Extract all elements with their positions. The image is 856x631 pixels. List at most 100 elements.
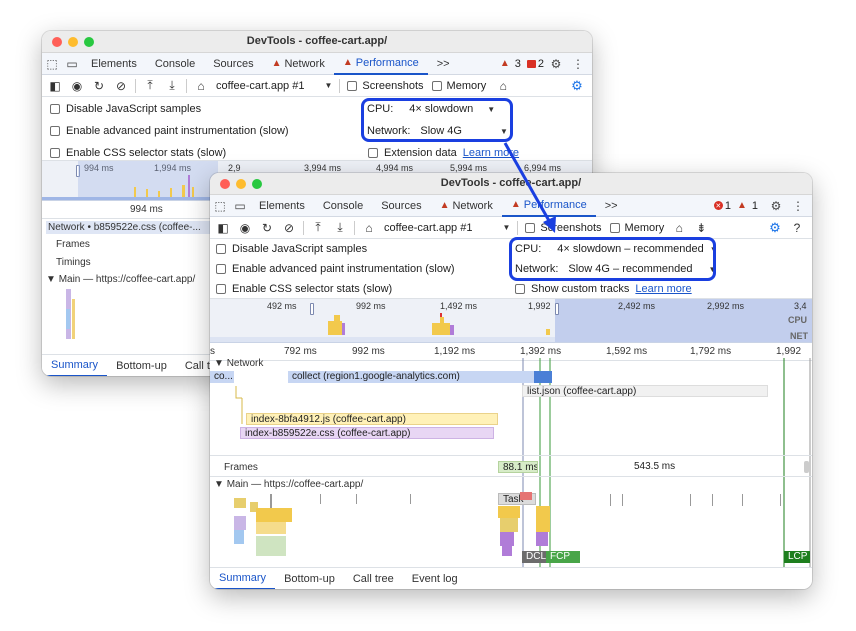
custom-tracks-checkbox[interactable]: Show custom tracks Learn more [515, 283, 692, 295]
more-tabs-button[interactable]: >> [428, 53, 459, 75]
capture-settings-gear-icon[interactable]: ⚙ [566, 76, 588, 96]
record-icon[interactable]: ◉ [234, 218, 256, 238]
checkbox-box [525, 222, 536, 233]
extension-label: Extension data [384, 147, 457, 159]
network-request-bar-active[interactable] [534, 371, 552, 383]
upload-icon[interactable]: ⤒ [139, 76, 161, 96]
record-icon[interactable]: ◉ [66, 76, 88, 96]
download-icon[interactable]: ⤓ [329, 218, 351, 238]
disable-js-samples-checkbox[interactable]: Disable JavaScript samples [216, 243, 367, 255]
network-track-label[interactable]: ▼ Network [214, 358, 263, 369]
frames-scrollbar[interactable] [804, 461, 809, 473]
screenshots-checkbox[interactable]: Screenshots [525, 222, 602, 234]
callout-box-recommended-throttling [509, 237, 716, 281]
tab-console[interactable]: Console [146, 53, 204, 75]
settings-gear-icon[interactable]: ⚙ [546, 54, 566, 74]
checkbox-box [50, 148, 60, 158]
device-toolbar-icon[interactable]: ▭ [62, 54, 82, 74]
reload-record-icon[interactable]: ↻ [88, 76, 110, 96]
tab-event-log[interactable]: Event log [403, 568, 467, 590]
network-request-bar[interactable]: index-8bfa4912.js (coffee-cart.app) [246, 413, 498, 425]
learn-more-link[interactable]: Learn more [463, 147, 519, 159]
tab-network[interactable]: ▲ Network [263, 53, 334, 75]
settings-gear-icon[interactable]: ⚙ [766, 196, 786, 216]
inspect-element-icon[interactable]: ⬚ [210, 196, 230, 216]
tab-performance[interactable]: ▲ Performance [333, 53, 428, 75]
advanced-paint-checkbox[interactable]: Enable advanced paint instrumentation (s… [216, 263, 455, 275]
timings-track-label[interactable]: Timings [56, 257, 91, 268]
learn-more-link[interactable]: Learn more [635, 283, 691, 295]
main-track-label[interactable]: ▼ Main — https://coffee-cart.app/ [214, 479, 363, 490]
recording-select[interactable]: coffee-cart.app #1 ▼ [212, 80, 336, 92]
overview-activity-graph [210, 313, 555, 342]
tab-elements[interactable]: Elements [82, 53, 146, 75]
inspect-element-icon[interactable]: ⬚ [42, 54, 62, 74]
toolbar-divider [303, 220, 304, 235]
expand-triangle-icon: ▼ [214, 358, 227, 369]
tab-elements[interactable]: Elements [250, 195, 314, 217]
tab-console[interactable]: Console [314, 195, 372, 217]
extension-data-checkbox[interactable]: Extension data Learn more [368, 147, 519, 159]
help-icon[interactable]: ? [786, 218, 808, 238]
tab-call-tree[interactable]: Call tree [344, 568, 403, 590]
network-request-bar[interactable]: collect (region1.google-analytics.com) [288, 371, 552, 383]
frames-track-label[interactable]: Frames [224, 462, 258, 473]
performance-toolbar: ◧ ◉ ↻ ⊘ ⤒ ⤓ ⌂ coffee-cart.app #1 ▼ Screen… [42, 75, 592, 97]
tab-sources[interactable]: Sources [372, 195, 430, 217]
more-options-icon[interactable]: ⋮ [788, 196, 808, 216]
tab-performance[interactable]: ▲ Performance [501, 195, 596, 217]
tab-bottom-up[interactable]: Bottom-up [275, 568, 344, 590]
expand-triangle-icon: ▼ [214, 479, 227, 490]
more-tabs-button[interactable]: >> [596, 195, 627, 217]
frame-bar[interactable]: 543.5 ms [630, 461, 710, 473]
message-icon [526, 59, 536, 68]
home-icon[interactable]: ⌂ [190, 76, 212, 96]
recording-select-value: coffee-cart.app #1 [384, 221, 473, 234]
frame-bar[interactable]: 88.1 ms [498, 461, 538, 473]
memory-checkbox[interactable]: Memory [609, 222, 664, 234]
toggle-sidebar-icon[interactable]: ◧ [212, 218, 234, 238]
toolbar-divider [339, 78, 341, 93]
tab-summary[interactable]: Summary [42, 355, 108, 376]
disable-js-samples-checkbox[interactable]: Disable JavaScript samples [50, 103, 201, 115]
tab-bottom-up[interactable]: Bottom-up [107, 355, 176, 377]
recording-select[interactable]: coffee-cart.app #1 ▼ [380, 222, 514, 234]
network-request-bar[interactable]: list.json (coffee-cart.app) [522, 385, 768, 397]
fcp-marker[interactable]: FCP [546, 551, 580, 563]
warning-badge[interactable]: ▲ 3 [500, 58, 521, 70]
advanced-paint-checkbox[interactable]: Enable advanced paint instrumentation (s… [50, 125, 289, 137]
device-toolbar-icon[interactable]: ▭ [230, 196, 250, 216]
timeline-overview[interactable]: 492 ms 992 ms 1,492 ms 1,992 2,492 ms 2,… [210, 299, 812, 343]
frames-track-label[interactable]: Frames [56, 239, 90, 250]
reload-record-icon[interactable]: ↻ [256, 218, 278, 238]
garbage-collect-icon[interactable]: ⌂ [492, 76, 514, 96]
network-request-bar[interactable]: index-b859522e.css (coffee-cart.app) [240, 427, 494, 439]
upload-icon[interactable]: ⤒ [307, 218, 329, 238]
css-selector-stats-checkbox[interactable]: Enable CSS selector stats (slow) [50, 147, 226, 159]
lcp-marker[interactable]: LCP [784, 551, 810, 563]
screenshots-checkbox[interactable]: Screenshots [347, 80, 424, 92]
css-selector-stats-checkbox[interactable]: Enable CSS selector stats (slow) [216, 283, 392, 295]
memory-label: Memory [446, 79, 487, 92]
network-request-bar[interactable]: co... [210, 371, 234, 383]
clear-icon[interactable]: ⊘ [278, 218, 300, 238]
capture-settings-gear-icon[interactable]: ⚙ [764, 218, 786, 238]
tab-summary[interactable]: Summary [210, 568, 276, 589]
tab-network[interactable]: ▲ Network [431, 195, 502, 217]
clear-icon[interactable]: ⊘ [110, 76, 132, 96]
tab-sources[interactable]: Sources [204, 53, 262, 75]
warning-badge[interactable]: ▲ 1 [737, 200, 758, 212]
message-badge[interactable]: 2 [526, 58, 544, 70]
flame-chart-area[interactable]: ▼ Network co... collect (region1.google-… [210, 358, 812, 567]
main-track-title: Main — https://coffee-cart.app/ [226, 479, 364, 490]
download-icon[interactable]: ⤓ [161, 76, 183, 96]
dim-third-parties-icon[interactable]: ⇟ [690, 218, 712, 238]
main-track-label[interactable]: ▼ Main — https://coffee-cart.app/ [46, 274, 195, 285]
more-options-icon[interactable]: ⋮ [568, 54, 588, 74]
error-badge[interactable]: ✕ 1 [713, 200, 731, 212]
network-track-row[interactable]: Network • b859522e.css (coffee-... [46, 221, 210, 234]
garbage-collect-icon[interactable]: ⌂ [668, 218, 690, 238]
toggle-sidebar-icon[interactable]: ◧ [44, 76, 66, 96]
memory-checkbox[interactable]: Memory [431, 79, 487, 92]
home-icon[interactable]: ⌂ [358, 218, 380, 238]
